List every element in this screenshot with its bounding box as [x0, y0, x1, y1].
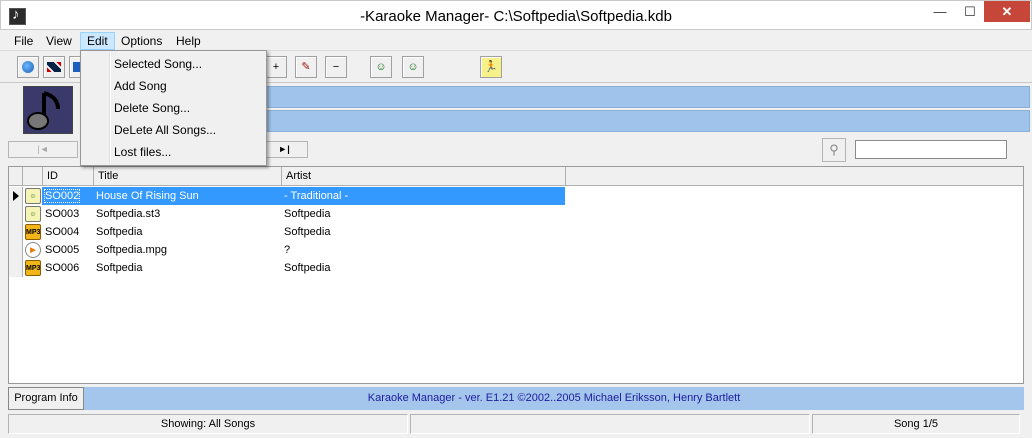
cell-id-text: SO002 [43, 189, 81, 203]
add-icon[interactable]: + [265, 56, 287, 78]
song-table[interactable]: ID Title Artist ☺ SO002 House Of Rising … [8, 166, 1024, 384]
program-info-button[interactable]: Program Info [8, 387, 84, 410]
cell-artist: Softpedia [284, 226, 331, 238]
cell-artist: Softpedia [284, 262, 331, 274]
uk-flag-icon[interactable] [43, 56, 65, 78]
menu-bar: File View Edit Options Help [0, 30, 1032, 51]
singer-icon[interactable]: ☺ [370, 56, 392, 78]
header-id[interactable]: ID [43, 167, 94, 185]
table-header: ID Title Artist [9, 167, 1023, 186]
menu-item-delete-all-songs[interactable]: DeLete All Songs... [114, 119, 216, 141]
mp3-icon: MP3 [24, 223, 42, 241]
table-row[interactable]: MP3 SO006 Softpedia Softpedia [9, 259, 565, 277]
footer: Program Info Karaoke Manager - ver. E1.2… [0, 385, 1032, 411]
video-badge: ▶ [25, 242, 41, 258]
video-icon: ▶ [24, 241, 42, 259]
cell-title: House Of Rising Sun [93, 187, 281, 205]
globe-icon[interactable] [17, 56, 39, 78]
menu-options[interactable]: Options [115, 32, 168, 50]
status-bar: Showing: All Songs Song 1/5 [0, 412, 1032, 438]
window-title: -Karaoke Manager- C:\Softpedia\Softpedia… [360, 8, 672, 25]
karaoke-badge: ☺ [25, 206, 41, 222]
edit-dropdown-menu: Selected Song... Add Song Delete Song...… [80, 50, 267, 166]
cell-artist: Softpedia [284, 208, 331, 220]
cell-id: SO006 [45, 262, 80, 274]
header-artist[interactable]: Artist [282, 167, 566, 185]
row-indicator [9, 259, 23, 277]
music-note-icon [23, 86, 73, 134]
minimize-button[interactable]: — [926, 1, 954, 22]
menu-item-lost-files[interactable]: Lost files... [114, 141, 171, 163]
row-indicator [9, 205, 23, 223]
search-input[interactable] [855, 140, 1007, 159]
edit-icon[interactable]: ✎ [295, 56, 317, 78]
cell-title: Softpedia.mpg [96, 244, 167, 256]
mp3-badge: MP3 [25, 260, 41, 276]
header-title[interactable]: Title [94, 167, 282, 185]
row-indicator [9, 241, 23, 259]
row-indicator [9, 187, 23, 205]
title-bar: -Karaoke Manager- C:\Softpedia\Softpedia… [0, 0, 1032, 30]
menu-help[interactable]: Help [170, 32, 207, 50]
cell-artist: - Traditional - [281, 187, 565, 205]
menu-item-selected-song[interactable]: Selected Song... [114, 53, 202, 75]
singer-screen-icon[interactable]: ☺ [402, 56, 424, 78]
header-indicator [9, 167, 23, 185]
cell-artist: ? [284, 244, 291, 256]
karaoke-badge: ☺ [25, 188, 41, 204]
cell-id: SO005 [45, 244, 80, 256]
table-row[interactable]: ▶ SO005 Softpedia.mpg ? [9, 241, 565, 259]
menu-view[interactable]: View [40, 32, 78, 50]
status-middle [410, 414, 810, 434]
karaoke-icon: ☺ [24, 187, 42, 205]
table-row[interactable]: MP3 SO004 Softpedia Softpedia [9, 223, 565, 241]
karaoke-icon: ☺ [24, 205, 42, 223]
maximize-button[interactable]: ☐ [956, 1, 984, 22]
cell-title: Softpedia [96, 226, 143, 238]
table-row[interactable]: ☺ SO003 Softpedia.st3 Softpedia [9, 205, 565, 223]
first-record-button[interactable]: |◄ [8, 141, 78, 158]
cell-title: Softpedia.st3 [96, 208, 161, 220]
row-indicator [9, 223, 23, 241]
menu-edit[interactable]: Edit [80, 32, 115, 50]
credits-text: Karaoke Manager - ver. E1.21 ©2002..2005… [84, 387, 1024, 410]
cell-id: SO003 [45, 208, 80, 220]
close-button[interactable]: ✕ [984, 1, 1030, 22]
cell-id: SO004 [45, 226, 80, 238]
exit-icon[interactable]: 🏃 [480, 56, 502, 78]
mp3-icon: MP3 [24, 259, 42, 277]
table-row[interactable]: ☺ SO002 House Of Rising Sun - Traditiona… [9, 187, 565, 205]
last-record-button[interactable]: ►| [260, 141, 308, 158]
header-icon [23, 167, 43, 185]
status-song-position: Song 1/5 [812, 414, 1020, 434]
menu-file[interactable]: File [8, 32, 39, 50]
remove-icon[interactable]: − [325, 56, 347, 78]
cell-title: Softpedia [96, 262, 143, 274]
mp3-badge: MP3 [25, 224, 41, 240]
status-showing: Showing: All Songs [8, 414, 408, 434]
cell-id: SO002 [42, 187, 93, 205]
search-torch-icon[interactable]: ⚲ [822, 138, 846, 162]
menu-item-delete-song[interactable]: Delete Song... [114, 97, 190, 119]
menu-item-add-song[interactable]: Add Song [114, 75, 167, 97]
